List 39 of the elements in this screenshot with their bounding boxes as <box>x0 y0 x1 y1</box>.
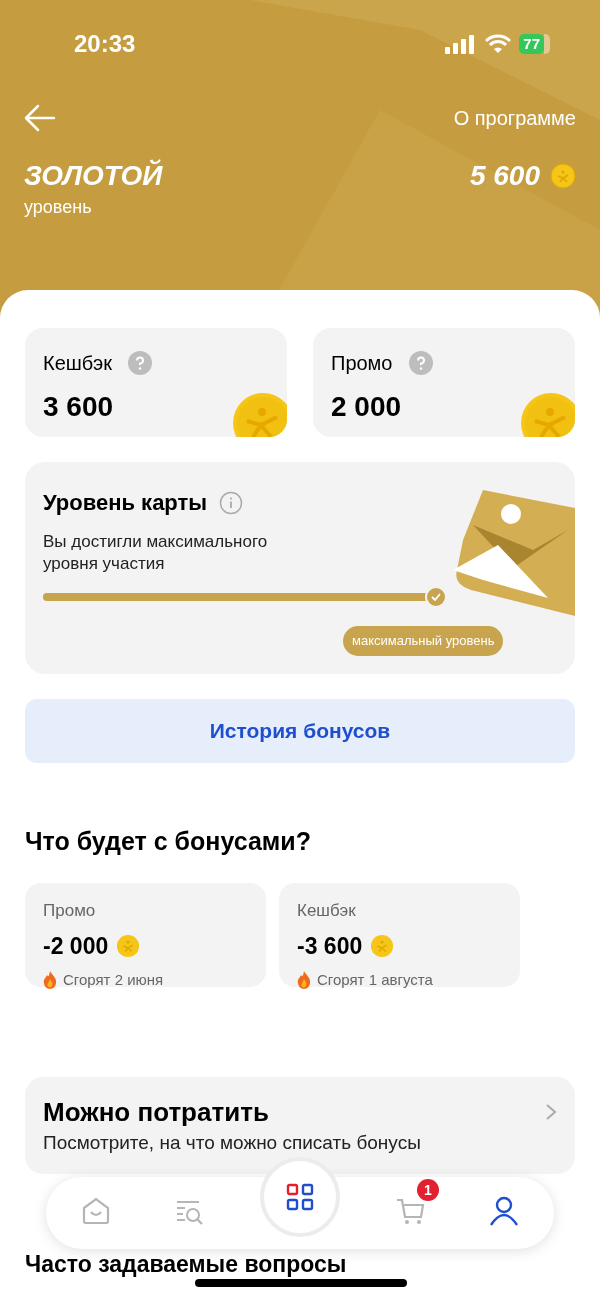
level-badge: максимальный уровень <box>343 626 504 656</box>
coin-icon <box>116 933 141 958</box>
spend-subtitle: Посмотрите, на что можно списать бонусы <box>43 1130 422 1155</box>
coin-icon <box>370 933 395 958</box>
spend-title: Можно потратить <box>43 1095 269 1129</box>
level-name: ЗОЛОТОЙ <box>24 158 163 193</box>
help-icon[interactable] <box>408 351 433 375</box>
balance-amount: 2 000 <box>331 390 402 424</box>
flame-icon <box>297 971 311 990</box>
balance-label: Кешбэк <box>43 351 112 376</box>
level-description: Вы достигли максимального уровня участия <box>43 531 269 575</box>
bonus-history-button[interactable]: История бонусов <box>25 699 575 763</box>
chevron-right-icon <box>545 1102 557 1121</box>
expiry-label: Промо <box>43 900 97 921</box>
balance-amount: 3 600 <box>43 390 114 424</box>
expiry-amount: -3 600 <box>297 931 363 961</box>
status-time: 20:33 <box>74 29 136 59</box>
expiry-note: Сгорят 2 июня <box>63 970 164 990</box>
faq-heading: Часто задаваемые вопросы <box>25 1250 347 1278</box>
help-icon[interactable] <box>128 351 152 375</box>
expiry-note: Сгорят 1 августа <box>317 970 433 990</box>
home-icon <box>80 1195 112 1227</box>
expiry-label: Кешбэк <box>297 900 357 921</box>
panel-title: Уровень карты <box>43 489 208 517</box>
flame-icon <box>43 971 57 990</box>
check-icon <box>425 586 447 608</box>
coin-icon <box>550 163 576 189</box>
balance-label: Промо <box>331 351 393 376</box>
spend-card[interactable]: Можно потратить Посмотрите, на что можно списать бонусы <box>25 1076 575 1174</box>
level-caption: уровень <box>24 196 93 219</box>
info-icon[interactable] <box>219 490 244 515</box>
back-button[interactable] <box>24 104 56 132</box>
battery-level: 77 <box>519 34 544 54</box>
grid-icon <box>286 1183 314 1211</box>
profile-icon <box>488 1195 520 1227</box>
expiry-amount: -2 000 <box>43 931 109 961</box>
total-balance: 5 600 <box>469 159 540 193</box>
wifi-icon <box>485 34 512 54</box>
section-heading: Что будет с бонусами? <box>25 826 312 857</box>
